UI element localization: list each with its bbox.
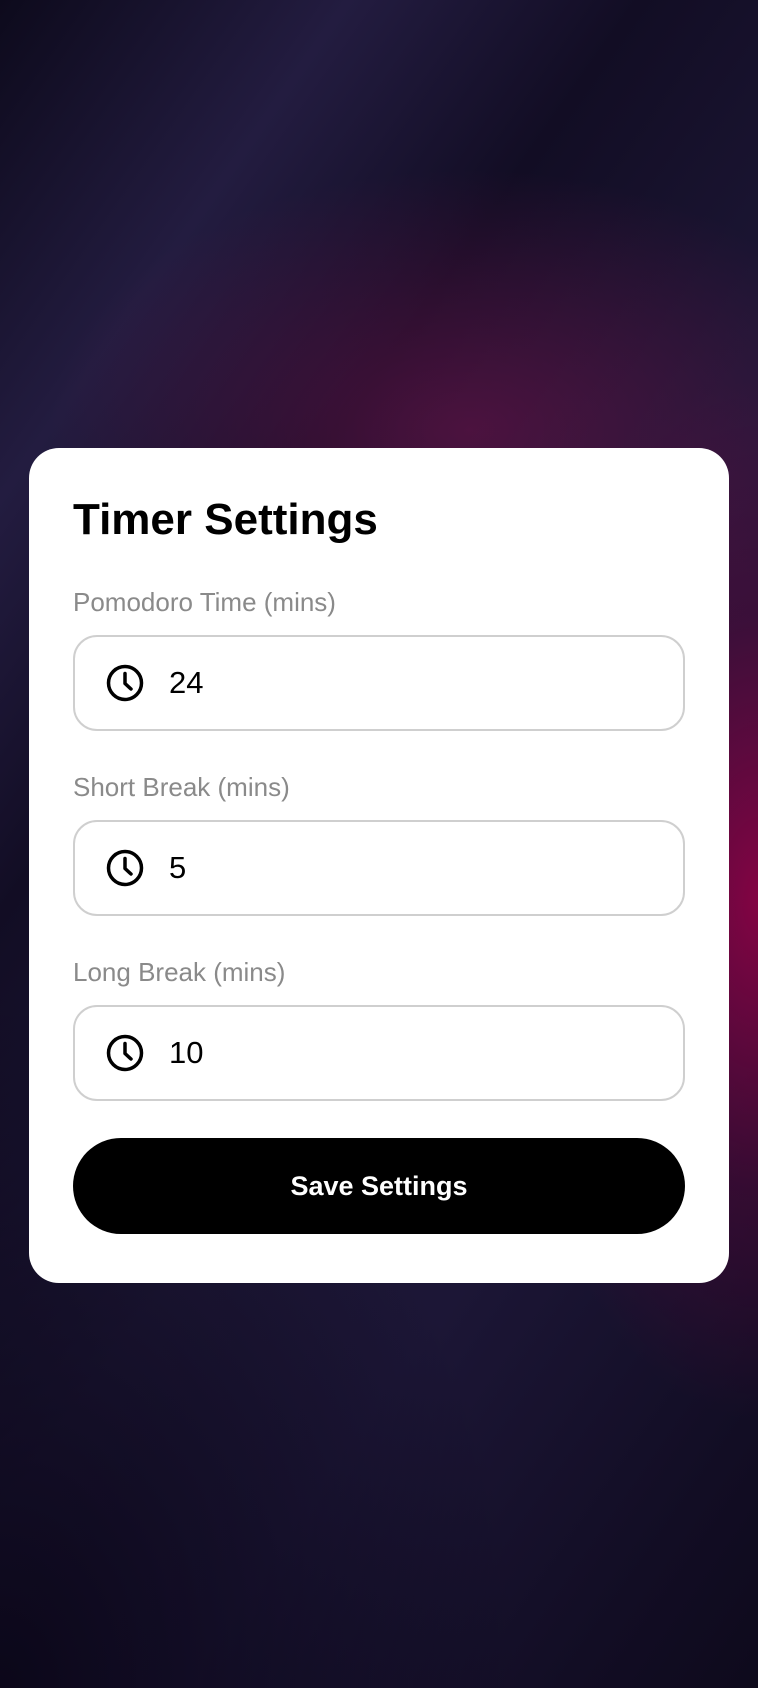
pomodoro-time-label: Pomodoro Time (mins)	[73, 587, 336, 617]
timer-settings-card: Timer Settings Pomodoro Time (mins) Shor…	[29, 448, 729, 1283]
clock-icon	[105, 1033, 145, 1073]
short-break-input[interactable]	[169, 850, 609, 886]
pomodoro-time-input[interactable]	[169, 665, 609, 701]
short-break-field[interactable]	[73, 820, 685, 916]
pomodoro-time-field[interactable]	[73, 635, 685, 731]
long-break-field[interactable]	[73, 1005, 685, 1101]
clock-icon	[105, 663, 145, 703]
page-title: Timer Settings	[73, 495, 378, 544]
long-break-input[interactable]	[169, 1035, 609, 1071]
save-settings-button[interactable]: Save Settings	[73, 1138, 685, 1234]
clock-icon	[105, 848, 145, 888]
short-break-label: Short Break (mins)	[73, 772, 290, 802]
long-break-label: Long Break (mins)	[73, 957, 286, 987]
